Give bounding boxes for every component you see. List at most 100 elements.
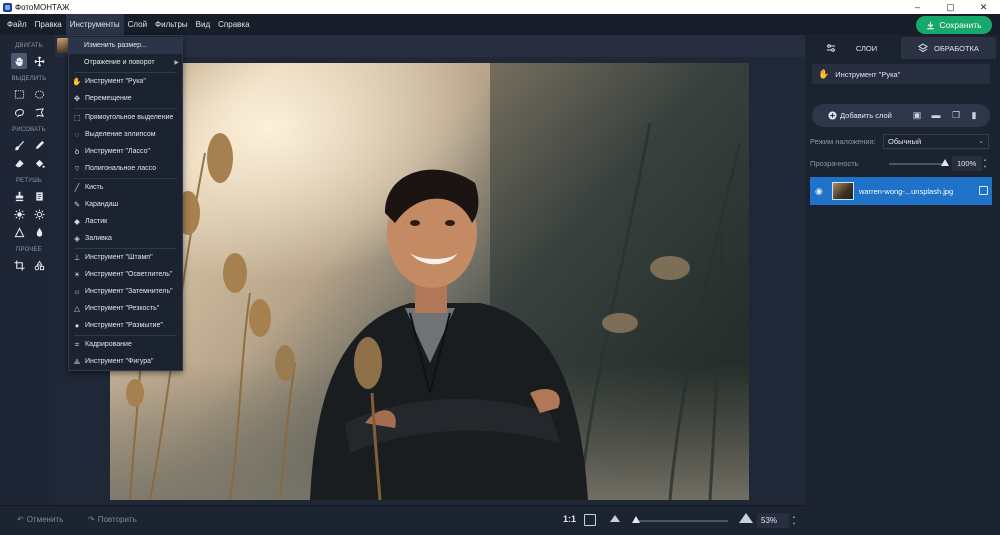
undo-button[interactable]: ↶ Отменить (17, 515, 63, 524)
poly-lasso-icon (35, 107, 44, 117)
zoom-down-icon[interactable]: ▼ (792, 521, 797, 526)
stamp-icon: ⊥ (73, 253, 81, 262)
menu-help[interactable]: Справка (214, 14, 253, 35)
menu-item-eraser[interactable]: ◆ Ластик (69, 213, 182, 230)
layer-row[interactable]: ◉ warren-wong-...unsplash.jpg (810, 177, 992, 205)
sharpen-icon: △ (74, 304, 80, 313)
menu-edit[interactable]: Правка (31, 14, 66, 35)
redo-label: Повторить (97, 515, 137, 524)
menu-item-flip-rotate[interactable]: Отражение и поворот ▶ (69, 54, 182, 71)
brush-icon (14, 140, 24, 150)
move-icon (34, 56, 44, 66)
menu-item-label: Карандаш (85, 201, 119, 208)
book-tool-button[interactable] (31, 188, 47, 204)
menu-item-ellipse-select[interactable]: ◌ Выделение эллипсом (69, 126, 182, 143)
menu-item-label: Инструмент "Рука" (85, 78, 146, 85)
zoom-out-icon[interactable] (610, 515, 620, 522)
bottom-toolbar: ↶ Отменить ↷ Повторить 1:1 53% ▲ ▼ (0, 505, 805, 535)
menu-tools[interactable]: Инструменты (65, 14, 124, 35)
hand-tool-button[interactable] (11, 53, 27, 69)
app-logo-icon (3, 2, 12, 12)
blur-tool-button[interactable] (31, 224, 47, 240)
right-panel: СЛОИ ОБРАБОТКА ✋ Инструмент "Рука" Добав… (805, 35, 1000, 535)
photo-layer-icon[interactable]: ▣ (912, 110, 922, 120)
menu-item-label: Отражение и поворот (84, 59, 155, 66)
burn-icon: ☼ (73, 287, 81, 296)
fill-tool-button[interactable] (31, 155, 47, 171)
menu-item-label: Инструмент "Лассо" (85, 148, 150, 155)
sharpen-tool-button[interactable] (11, 224, 27, 240)
eraser-tool-button[interactable] (11, 155, 27, 171)
menu-view[interactable]: Вид (192, 14, 214, 35)
menu-item-dodge[interactable]: ☀ Инструмент "Осветлитель" (69, 266, 182, 283)
save-button-label: Сохранить (939, 20, 982, 30)
opacity-slider-thumb[interactable] (941, 159, 949, 166)
blend-mode-select[interactable]: Обычный ⌄ (883, 134, 989, 149)
menu-item-stamp[interactable]: ⊥ Инструмент "Штамп" (69, 249, 182, 266)
tab-processing[interactable]: ОБРАБОТКА (901, 37, 996, 59)
actual-size-button[interactable]: 1:1 (563, 514, 576, 524)
menu-item-sharpen[interactable]: △ Инструмент "Резкость" (69, 300, 182, 317)
plus-circle-icon (828, 111, 837, 120)
rect-select-tool-button[interactable] (11, 86, 27, 102)
fit-screen-icon[interactable] (584, 514, 596, 526)
tab-layers[interactable]: СЛОИ (805, 37, 898, 59)
menu-item-blur[interactable]: ● Инструмент "Размытие" (69, 317, 182, 334)
pencil-tool-button[interactable] (31, 137, 47, 153)
photo-canvas[interactable] (110, 63, 749, 500)
blend-mode-label: Режим наложения: (810, 137, 876, 146)
menu-item-fill[interactable]: ◈ Заливка (69, 230, 182, 247)
zoom-up-icon[interactable]: ▲ (792, 514, 797, 519)
eye-icon[interactable]: ◉ (815, 186, 827, 197)
zoom-slider[interactable] (632, 516, 728, 523)
shape-tool-button[interactable] (31, 257, 47, 273)
poly-lasso-tool-button[interactable] (31, 104, 47, 120)
zoom-slider-thumb[interactable] (632, 516, 640, 523)
close-button[interactable]: ✕ (967, 0, 1000, 14)
brush-tool-button[interactable] (11, 137, 27, 153)
menu-item-hand[interactable]: ✋ Инструмент "Рука" (69, 73, 182, 90)
menu-item-label: Инструмент "Фигура" (85, 358, 154, 365)
folder-icon[interactable]: ▬ (931, 110, 941, 120)
maximize-button[interactable]: ▢ (934, 0, 967, 14)
menu-item-burn[interactable]: ☼ Инструмент "Затемнитель" (69, 283, 182, 300)
burn-tool-button[interactable] (31, 206, 47, 222)
blend-mode-value: Обычный (888, 137, 922, 146)
menu-item-lasso[interactable]: ꝺ Инструмент "Лассо" (69, 143, 182, 160)
zoom-in-icon[interactable] (739, 513, 753, 523)
menu-item-crop[interactable]: ⌗ Кадрирование (69, 336, 182, 353)
lasso-tool-button[interactable] (11, 104, 27, 120)
menu-item-brush[interactable]: ╱ Кисть (69, 179, 182, 196)
zoom-value-input[interactable]: 53% (757, 513, 789, 528)
dodge-tool-button[interactable] (11, 206, 27, 222)
move-tool-button[interactable] (31, 53, 47, 69)
poly-lasso-icon: ⌔ (73, 163, 81, 173)
opacity-down-icon[interactable]: ▼ (983, 164, 988, 169)
add-layer-button[interactable]: Добавить слой (828, 111, 892, 120)
menu-filters[interactable]: Фильтры (151, 14, 192, 35)
menu-item-label: Инструмент "Затемнитель" (85, 288, 173, 295)
menu-item-move[interactable]: ✥ Перемещение (69, 90, 182, 107)
redo-button[interactable]: ↷ Повторить (88, 515, 137, 524)
menu-item-pencil[interactable]: ✎ Карандаш (69, 196, 182, 213)
blur-icon (36, 227, 42, 237)
save-button[interactable]: Сохранить (916, 16, 992, 34)
trash-icon[interactable]: ▮ (969, 110, 979, 120)
menu-item-label: Инструмент "Размытие" (85, 322, 163, 329)
menu-item-resize[interactable]: Изменить размер... (69, 37, 182, 54)
lock-icon[interactable] (979, 186, 988, 195)
opacity-up-icon[interactable]: ▲ (983, 157, 988, 162)
menu-layer[interactable]: Слой (124, 14, 151, 35)
opacity-value-input[interactable]: 100% (952, 156, 982, 171)
menu-item-label: Инструмент "Штамп" (85, 254, 153, 261)
menu-item-shape[interactable]: ⟁ Инструмент "Фигура" (69, 353, 182, 370)
menu-file[interactable]: Файл (3, 14, 31, 35)
stamp-tool-button[interactable] (11, 188, 27, 204)
ellipse-select-tool-button[interactable] (31, 86, 47, 102)
crop-tool-button[interactable] (11, 257, 27, 273)
minimize-button[interactable]: – (901, 0, 934, 14)
menu-item-rect-select[interactable]: ⬚ Прямоугольное выделение (69, 109, 182, 126)
opacity-slider[interactable] (889, 159, 949, 166)
menu-item-poly-lasso[interactable]: ⌔ Полигональное лассо (69, 160, 182, 177)
duplicate-icon[interactable]: ❐ (951, 110, 961, 120)
